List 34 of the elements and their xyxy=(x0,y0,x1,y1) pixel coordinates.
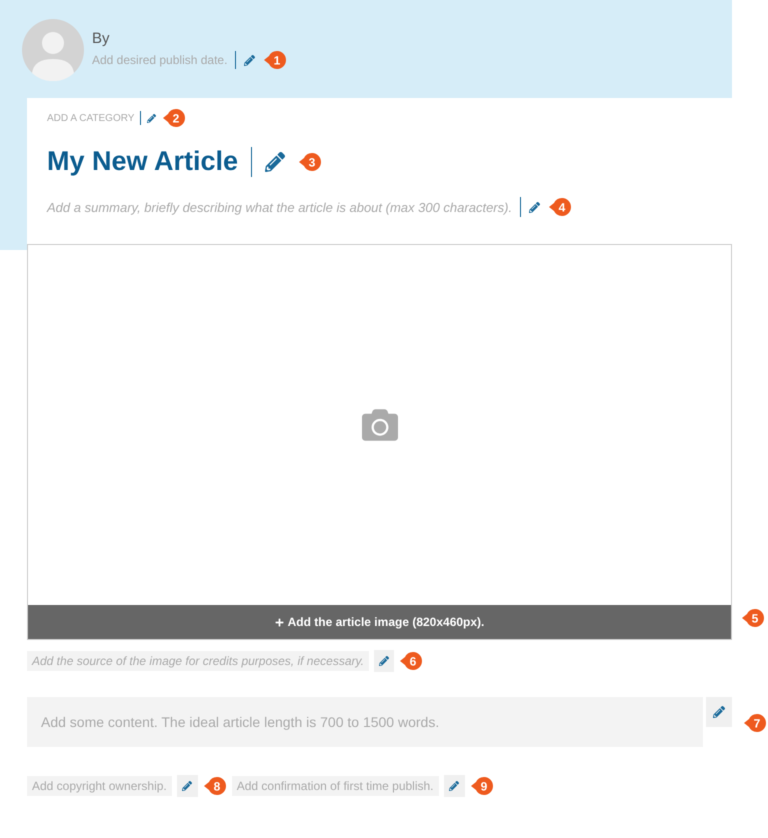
step-badge: 6 xyxy=(398,651,423,671)
avatar-icon xyxy=(22,19,84,81)
step-badge: 3 xyxy=(298,152,322,172)
edit-button[interactable] xyxy=(374,650,394,672)
pencil-icon[interactable] xyxy=(147,114,156,122)
image-source-field[interactable]: Add the source of the image for credits purposes, if necessary. xyxy=(27,651,369,671)
edit-button[interactable] xyxy=(444,775,465,797)
text-field[interactable]: Add copyright ownership. xyxy=(27,776,172,796)
step-badge: 9 xyxy=(470,776,494,796)
camera-icon xyxy=(360,407,400,443)
plus-icon xyxy=(274,618,284,626)
content-field[interactable]: Add some content. The ideal article length is 700 to 1500 words. xyxy=(27,697,703,747)
step-badge: 2 xyxy=(162,108,186,128)
pencil-icon[interactable] xyxy=(182,781,192,791)
add-image-button[interactable]: Add the article image (820x460px). xyxy=(28,605,731,639)
article-title[interactable]: My New Article xyxy=(47,146,238,177)
step-badge: 4 xyxy=(548,197,572,217)
pencil-icon[interactable] xyxy=(449,781,460,791)
author-label: By xyxy=(92,30,111,47)
step-badge: 7 xyxy=(743,713,767,733)
pencil-icon[interactable] xyxy=(529,202,540,212)
step-badge: 8 xyxy=(202,776,227,796)
category-field[interactable]: ADD A CATEGORY xyxy=(47,112,134,124)
summary-field[interactable]: Add a summary, briefly describing what the article is about (max 300 characters). xyxy=(47,200,512,214)
publish-date-field[interactable]: Add desired publish date. xyxy=(92,53,228,67)
edit-button[interactable] xyxy=(176,775,198,797)
text-field[interactable]: Add confirmation of first time publish. xyxy=(232,776,439,796)
edit-button[interactable] xyxy=(706,697,732,727)
pencil-icon[interactable] xyxy=(244,54,256,66)
step-badge: 5 xyxy=(741,608,765,628)
pencil-icon[interactable] xyxy=(265,152,286,172)
pencil-icon[interactable] xyxy=(378,656,389,666)
step-badge: 1 xyxy=(263,50,288,70)
pencil-icon[interactable] xyxy=(713,706,725,718)
